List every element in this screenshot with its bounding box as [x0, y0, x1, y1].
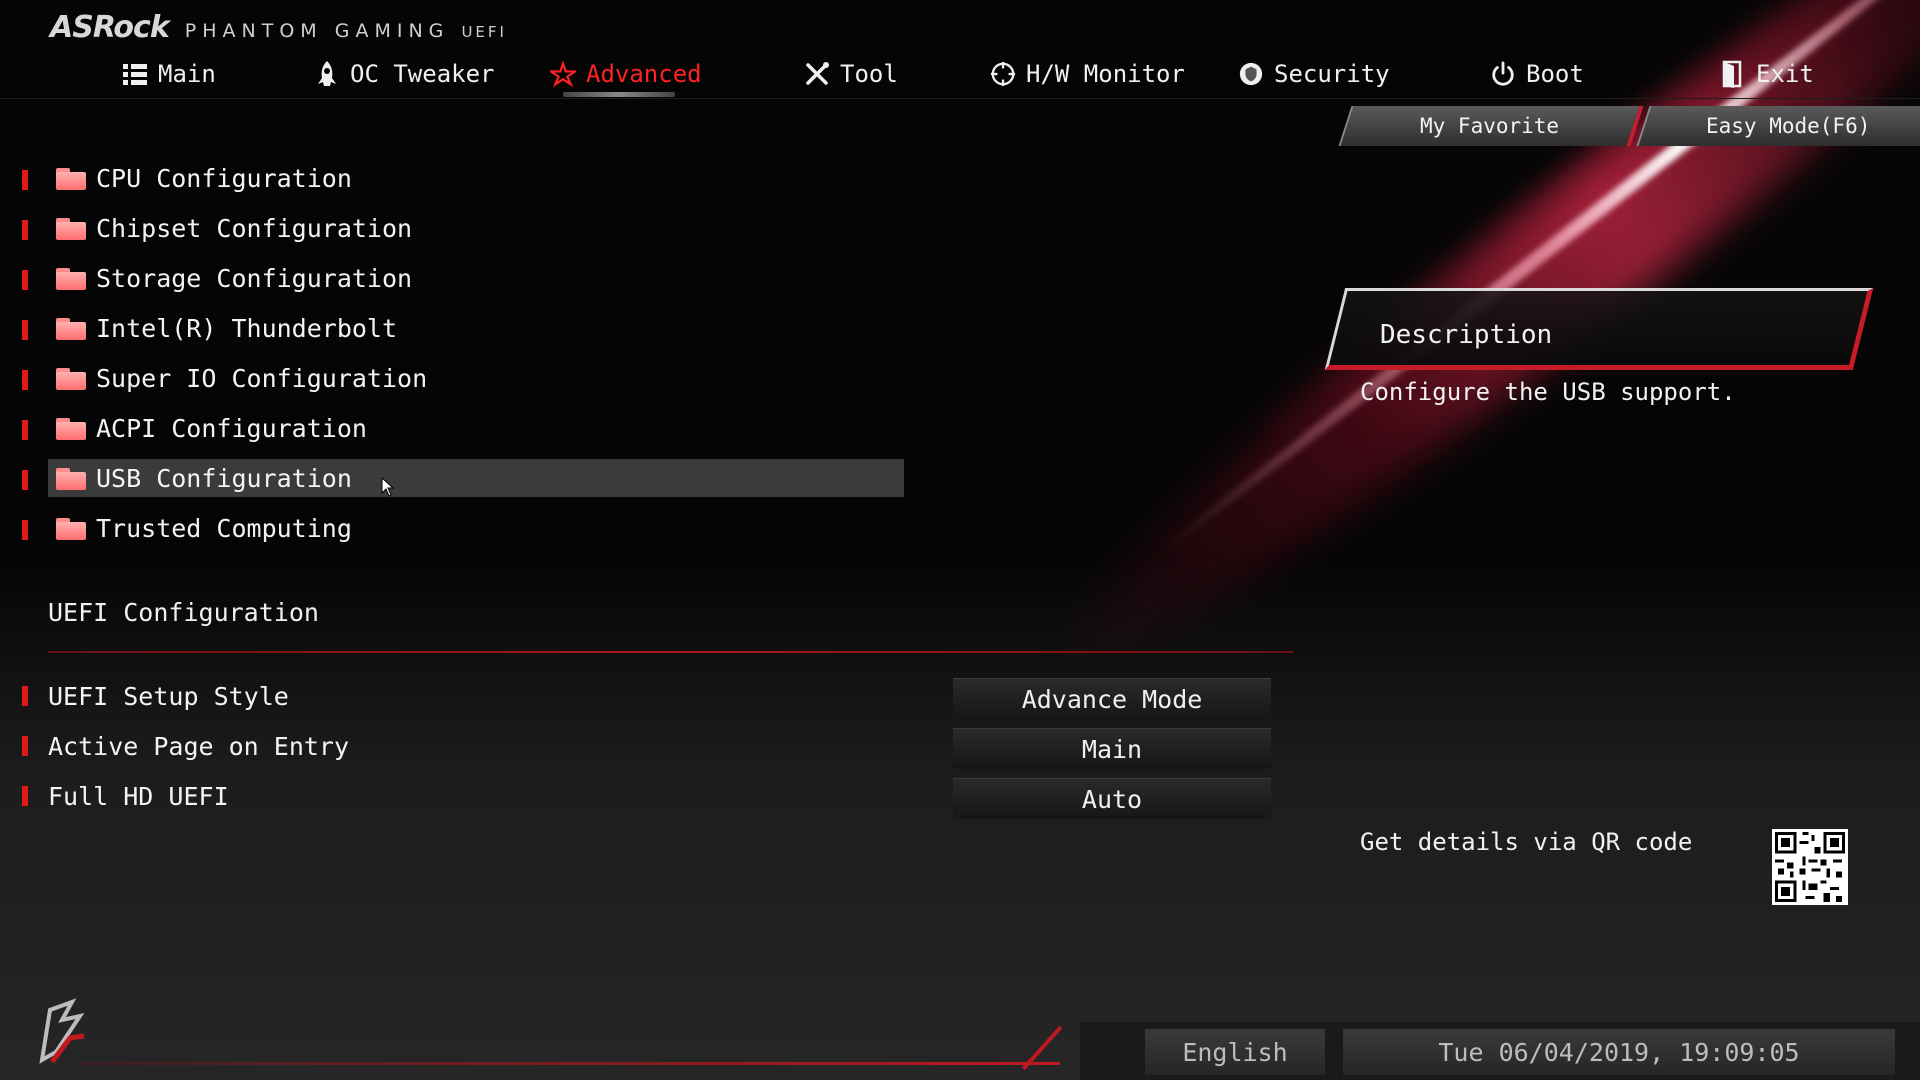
- setting-marker: [22, 736, 28, 756]
- shield-icon: [1238, 61, 1264, 87]
- folder-icon: [56, 316, 86, 340]
- power-icon: [1490, 61, 1516, 87]
- folder-icon: [56, 216, 86, 240]
- brand-name: ASRock: [50, 10, 170, 45]
- top-navigation: Main OC Tweaker Advanced Tool H/W Monito…: [0, 54, 1920, 99]
- list-icon: [122, 61, 148, 87]
- setting-value-dropdown[interactable]: Advance Mode: [953, 678, 1271, 719]
- my-favorite-label: My Favorite: [1420, 114, 1560, 138]
- menu-item-super-io-configuration[interactable]: Super IO Configuration: [48, 359, 904, 397]
- tab-advanced[interactable]: Advanced: [550, 60, 702, 88]
- tab-label: Advanced: [586, 60, 702, 88]
- menu-item-label: ACPI Configuration: [96, 413, 367, 443]
- tab-security[interactable]: Security: [1238, 60, 1390, 88]
- setting-label: Full HD UEFI: [48, 782, 229, 811]
- menu-item-label: Intel(R) Thunderbolt: [96, 313, 398, 343]
- menu-item-label: Super IO Configuration: [96, 363, 428, 393]
- menu-marker: [22, 220, 28, 240]
- tab-tool[interactable]: Tool: [804, 60, 898, 88]
- menu-item-label: Trusted Computing: [96, 513, 352, 543]
- folder-icon: [56, 416, 86, 440]
- menu-marker: [22, 420, 28, 440]
- menu-item-acpi-configuration[interactable]: ACPI Configuration: [48, 409, 904, 447]
- datetime-display: Tue 06/04/2019, 19:09:05: [1343, 1029, 1895, 1075]
- tools-icon: [804, 61, 830, 87]
- section-divider: [48, 651, 1293, 653]
- menu-item-chipset-configuration[interactable]: Chipset Configuration: [48, 209, 904, 247]
- tab-label: Boot: [1526, 60, 1584, 88]
- footer-accent-line: [80, 1062, 1060, 1065]
- crosshair-icon: [990, 61, 1016, 87]
- menu-marker: [22, 520, 28, 540]
- tab-boot[interactable]: Boot: [1490, 60, 1584, 88]
- tab-label: Main: [158, 60, 216, 88]
- setting-full-hd-uefi: Full HD UEFI Auto: [48, 778, 1278, 819]
- setting-value-dropdown[interactable]: Main: [953, 728, 1271, 769]
- description-text: Configure the USB support.: [1360, 378, 1736, 406]
- easy-mode-button[interactable]: Easy Mode(F6): [1636, 106, 1920, 146]
- tab-exit[interactable]: Exit: [1720, 60, 1814, 88]
- series-name: PHANTOM GAMING UEFI: [185, 20, 507, 42]
- phantom-gaming-logo: [22, 990, 92, 1070]
- menu-marker: [22, 320, 28, 340]
- exit-door-icon: [1720, 60, 1746, 88]
- description-title: Description: [1380, 320, 1553, 350]
- star-icon: [550, 61, 576, 87]
- menu-item-storage-configuration[interactable]: Storage Configuration: [48, 259, 904, 297]
- menu-item-thunderbolt[interactable]: Intel(R) Thunderbolt: [48, 309, 904, 347]
- menu-marker: [22, 170, 28, 190]
- tab-hw-monitor[interactable]: H/W Monitor: [990, 60, 1185, 88]
- tab-main[interactable]: Main: [122, 60, 216, 88]
- setting-active-page-on-entry: Active Page on Entry Main: [48, 728, 1278, 769]
- tab-oc-tweaker[interactable]: OC Tweaker: [314, 60, 495, 88]
- setting-marker: [22, 786, 28, 806]
- setting-label: Active Page on Entry: [48, 732, 350, 761]
- folder-icon: [56, 166, 86, 190]
- tab-label: H/W Monitor: [1026, 60, 1185, 88]
- menu-item-trusted-computing[interactable]: Trusted Computing: [48, 509, 904, 547]
- menu-marker: [22, 470, 28, 490]
- folder-icon: [56, 466, 86, 490]
- menu-marker: [22, 370, 28, 390]
- rocket-icon: [314, 61, 340, 87]
- tab-label: Exit: [1756, 60, 1814, 88]
- menu-item-label: Chipset Configuration: [96, 213, 413, 243]
- asrock-logo: ASRock PHANTOM GAMING UEFI: [50, 10, 507, 45]
- mouse-cursor-icon: [381, 477, 395, 497]
- active-tab-indicator: [563, 92, 675, 97]
- menu-item-label: USB Configuration: [96, 463, 352, 493]
- language-button[interactable]: English: [1145, 1029, 1325, 1075]
- tab-label: Security: [1274, 60, 1390, 88]
- series-label: PHANTOM GAMING: [184, 20, 450, 42]
- menu-item-usb-configuration[interactable]: USB Configuration: [48, 459, 904, 497]
- qr-caption: Get details via QR code: [1360, 828, 1693, 856]
- setting-uefi-setup-style: UEFI Setup Style Advance Mode: [48, 678, 1278, 719]
- folder-icon: [56, 516, 86, 540]
- setting-marker: [22, 686, 28, 706]
- tab-label: OC Tweaker: [350, 60, 495, 88]
- setting-value-dropdown[interactable]: Auto: [953, 778, 1271, 819]
- my-favorite-button[interactable]: My Favorite: [1338, 106, 1644, 146]
- menu-item-cpu-configuration[interactable]: CPU Configuration: [48, 159, 904, 197]
- qr-code: [1772, 829, 1848, 905]
- menu-item-label: Storage Configuration: [96, 263, 413, 293]
- folder-icon: [56, 366, 86, 390]
- setting-label: UEFI Setup Style: [48, 682, 289, 711]
- menu-item-label: CPU Configuration: [96, 163, 352, 193]
- easy-mode-label: Easy Mode(F6): [1705, 114, 1871, 138]
- series-suffix: UEFI: [461, 23, 507, 41]
- menu-marker: [22, 270, 28, 290]
- folder-icon: [56, 266, 86, 290]
- section-title: UEFI Configuration: [48, 598, 319, 627]
- tab-label: Tool: [840, 60, 898, 88]
